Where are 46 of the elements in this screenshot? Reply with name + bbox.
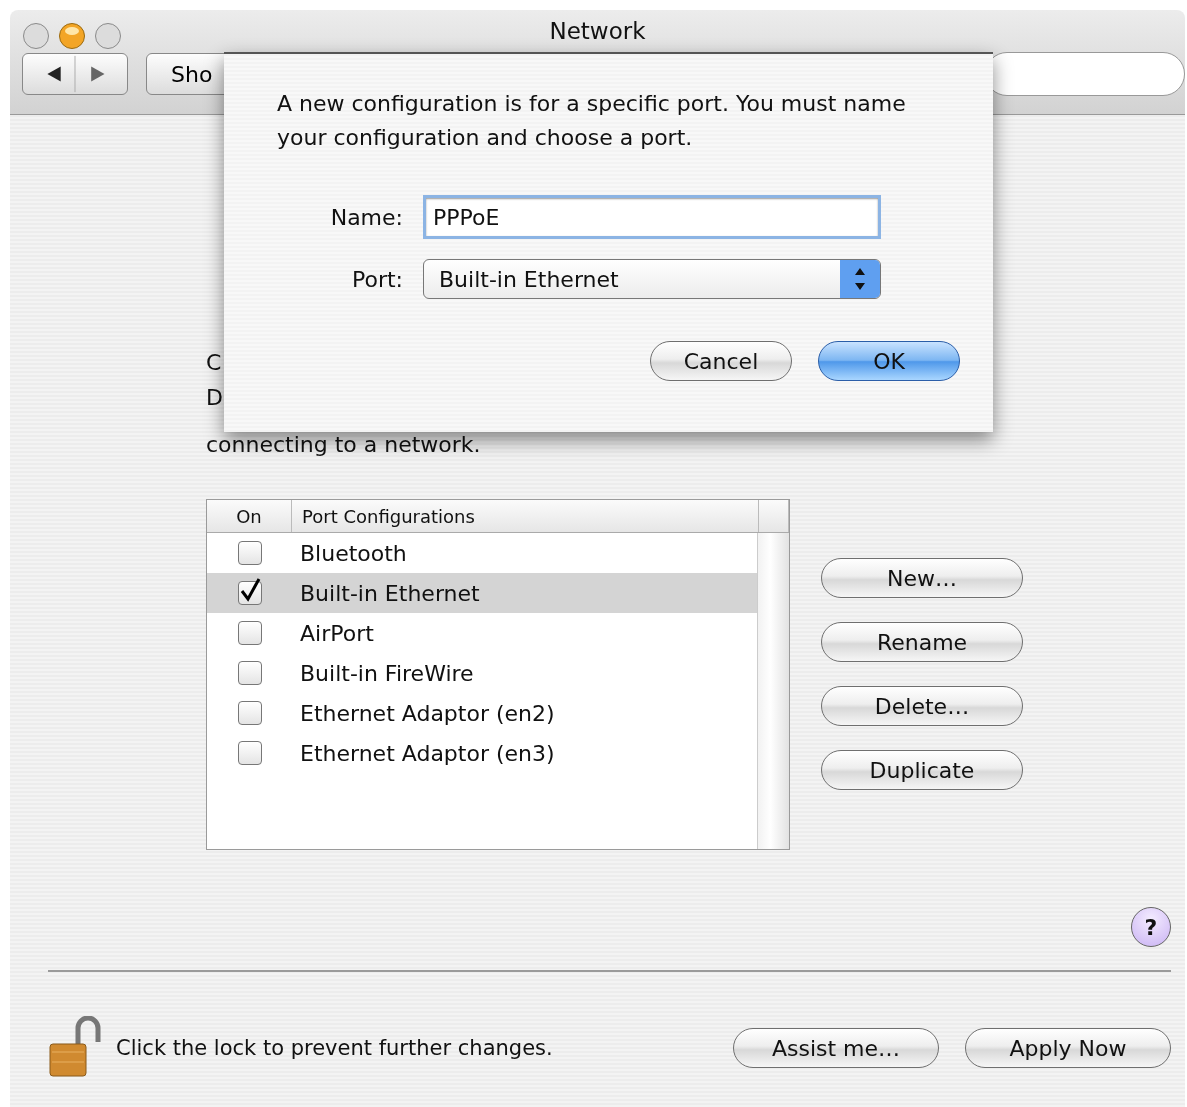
checkbox[interactable] [237, 701, 262, 725]
field-label: Port: [350, 266, 403, 292]
field-label: Name: [329, 204, 403, 230]
checkbox[interactable] [237, 581, 262, 605]
footer-button[interactable]: Assist me… [733, 1028, 939, 1068]
instruction-text: D [206, 384, 223, 412]
instruction-text: connecting to a network. [206, 431, 481, 459]
table-row[interactable]: Ethernet Adaptor (en2) [207, 693, 757, 733]
port-name: Ethernet Adaptor (en3) [299, 740, 556, 766]
column-header[interactable]: Port Configurations [292, 500, 759, 532]
port-name: Built-in FireWire [299, 660, 475, 686]
port-name: Ethernet Adaptor (en2) [299, 700, 556, 726]
table-row[interactable]: Built-in Ethernet [207, 573, 757, 613]
lock-message: Click the lock to prevent further changes. [116, 1036, 553, 1060]
checkbox[interactable] [237, 741, 262, 765]
name-field[interactable]: PPPoE [423, 195, 881, 239]
dialog-button[interactable]: OK [818, 341, 960, 381]
table-row[interactable]: Ethernet Adaptor (en3) [207, 733, 757, 773]
footer-button[interactable]: Apply Now [965, 1028, 1171, 1068]
window-title: Network [549, 18, 646, 44]
checkbox[interactable] [237, 661, 262, 685]
instruction-text: C [206, 349, 222, 377]
port-name: Built-in Ethernet [299, 580, 481, 606]
table-row[interactable]: AirPort [207, 613, 757, 653]
action-button[interactable]: Duplicate [821, 750, 1023, 790]
dialog-button[interactable]: Cancel [650, 341, 792, 381]
port-name: Bluetooth [299, 540, 408, 566]
port-popup[interactable]: Built-in Ethernet [423, 259, 881, 299]
checkbox[interactable] [237, 541, 262, 565]
stepper-arrows-icon [840, 260, 880, 298]
sheet-message: A new configuration is for a specific port. You must name your configuration and choose a port. [277, 90, 907, 152]
action-button[interactable]: Delete… [821, 686, 1023, 726]
help-button[interactable]: ? [1131, 907, 1171, 947]
table-row[interactable]: Built-in FireWire [207, 653, 757, 693]
column-header[interactable]: On [207, 500, 292, 532]
action-button[interactable]: New… [821, 558, 1023, 598]
padlock-icon[interactable] [48, 1016, 102, 1080]
port-name: AirPort [299, 620, 375, 646]
action-button[interactable]: Rename [821, 622, 1023, 662]
window-button-icon[interactable] [58, 22, 86, 50]
checkmark-icon [238, 577, 261, 603]
window-button-icon[interactable] [94, 22, 122, 50]
checkbox[interactable] [237, 621, 262, 645]
table-row[interactable]: Bluetooth [207, 533, 757, 573]
window-button-icon[interactable] [22, 22, 50, 50]
back-forward-button[interactable] [22, 53, 128, 95]
